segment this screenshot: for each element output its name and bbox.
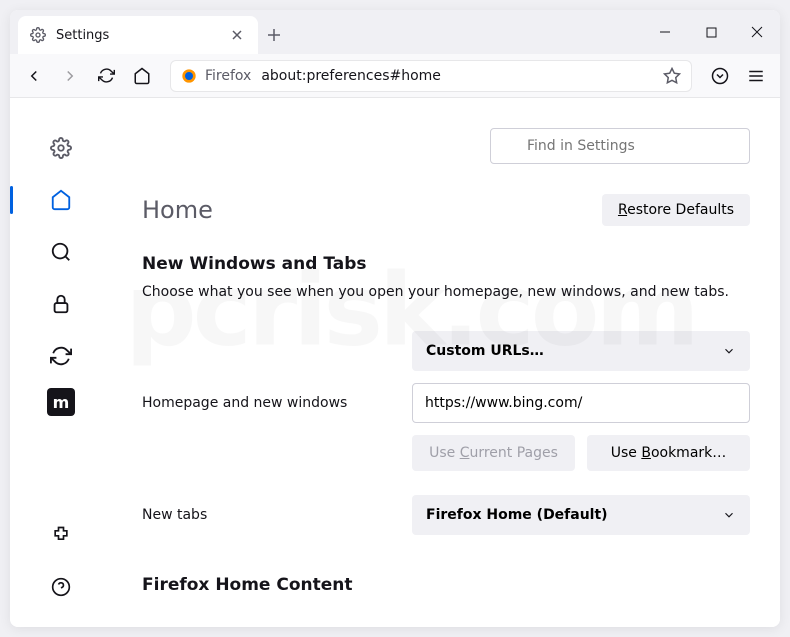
settings-sidebar: m xyxy=(10,98,112,627)
newtabs-select[interactable]: Firefox Home (Default) xyxy=(412,495,750,535)
sidebar-privacy[interactable] xyxy=(41,284,81,324)
use-current-pages-button[interactable]: Use Current Pages xyxy=(412,435,575,471)
search-input[interactable] xyxy=(490,128,750,164)
sidebar-home[interactable] xyxy=(41,180,81,220)
browser-tab[interactable]: Settings xyxy=(18,16,258,54)
home-button[interactable] xyxy=(126,60,158,92)
minimize-button[interactable] xyxy=(642,10,688,54)
firefox-icon xyxy=(181,68,197,84)
page-title: Home xyxy=(142,196,213,224)
restore-defaults-button[interactable]: Restore Defaults xyxy=(602,194,750,226)
homepage-url-input[interactable] xyxy=(412,383,750,423)
tab-title: Settings xyxy=(56,28,218,43)
titlebar: Settings xyxy=(10,10,780,54)
sidebar-m[interactable]: m xyxy=(47,388,75,416)
url-bar[interactable]: Firefox about:preferences#home xyxy=(170,60,692,92)
back-button[interactable] xyxy=(18,60,50,92)
section-new-windows-desc: Choose what you see when you open your h… xyxy=(142,282,750,303)
homepage-label: Homepage and new windows xyxy=(142,395,392,411)
sidebar-search[interactable] xyxy=(41,232,81,272)
use-bookmark-button[interactable]: Use Bookmark… xyxy=(587,435,750,471)
menu-button[interactable] xyxy=(740,60,772,92)
forward-button[interactable] xyxy=(54,60,86,92)
sidebar-general[interactable] xyxy=(41,128,81,168)
sidebar-help[interactable] xyxy=(41,567,81,607)
section-home-content-title: Firefox Home Content xyxy=(142,575,750,595)
newtabs-label: New tabs xyxy=(142,507,392,523)
chevron-down-icon xyxy=(722,508,736,522)
toolbar: Firefox about:preferences#home xyxy=(10,54,780,98)
close-icon[interactable] xyxy=(228,26,246,44)
section-new-windows-title: New Windows and Tabs xyxy=(142,254,750,274)
sidebar-sync[interactable] xyxy=(41,336,81,376)
homepage-select[interactable]: Custom URLs… xyxy=(412,331,750,371)
url-text: Firefox about:preferences#home xyxy=(205,68,441,84)
close-button[interactable] xyxy=(734,10,780,54)
sidebar-extensions[interactable] xyxy=(41,515,81,555)
gear-icon xyxy=(30,27,46,43)
bookmark-icon[interactable] xyxy=(663,67,681,85)
maximize-button[interactable] xyxy=(688,10,734,54)
reload-button[interactable] xyxy=(90,60,122,92)
pocket-icon[interactable] xyxy=(704,60,736,92)
settings-main: Home Restore Defaults New Windows and Ta… xyxy=(112,98,780,627)
new-tab-button[interactable] xyxy=(258,16,290,54)
chevron-down-icon xyxy=(722,344,736,358)
